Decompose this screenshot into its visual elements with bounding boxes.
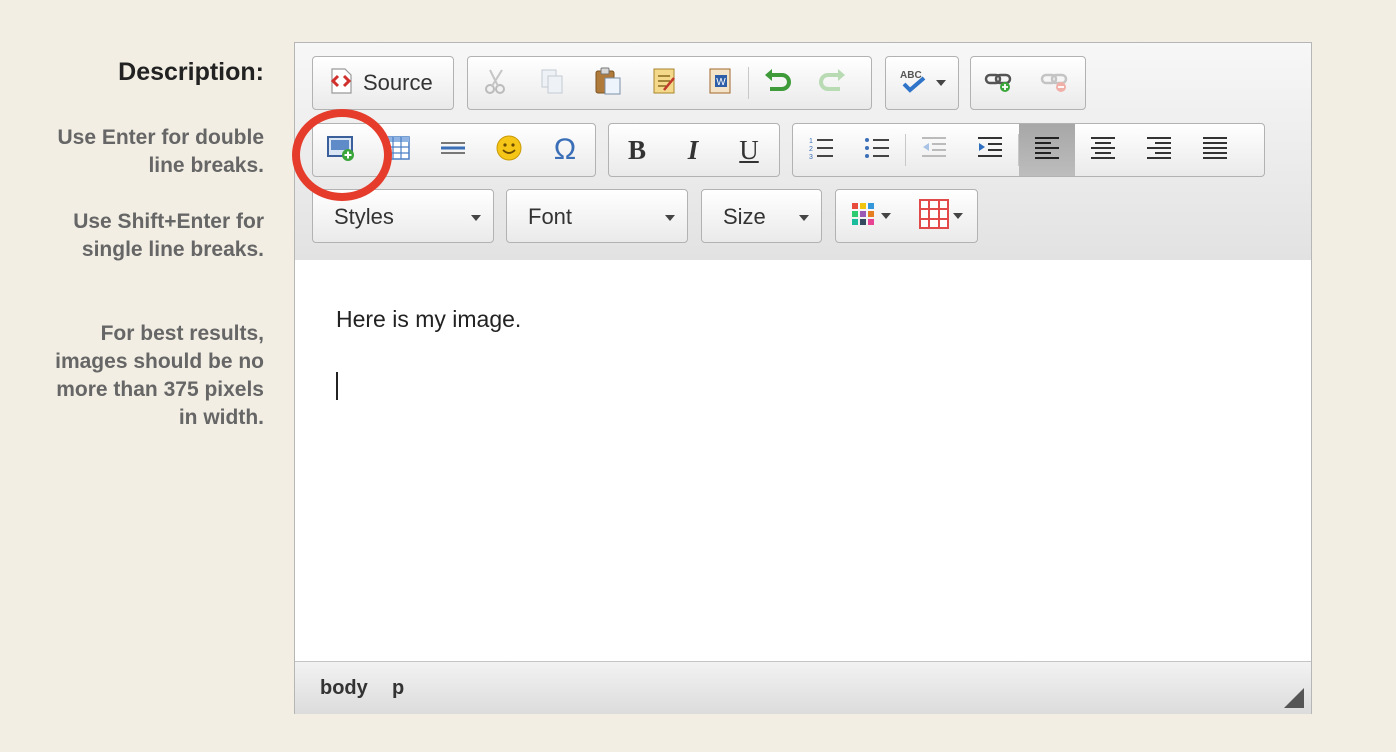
smiley-button[interactable] (481, 124, 537, 176)
italic-icon: I (687, 134, 699, 165)
justify-icon (1201, 135, 1229, 166)
chevron-down-icon (799, 215, 809, 221)
redo-button[interactable] (805, 57, 861, 109)
align-left-icon (1033, 135, 1061, 166)
svg-text:3: 3 (809, 154, 813, 161)
paragraph-group: 123 (792, 123, 1265, 177)
svg-text:W: W (716, 77, 726, 88)
background-color-button[interactable] (906, 190, 976, 242)
align-right-button[interactable] (1131, 124, 1187, 176)
size-dropdown[interactable]: Size (701, 189, 822, 243)
undo-icon (762, 67, 792, 100)
editor-content-area[interactable]: Here is my image. (295, 260, 1311, 661)
horizontal-rule-button[interactable] (425, 124, 481, 176)
outdent-icon (920, 135, 948, 166)
source-button[interactable]: Source (312, 56, 454, 110)
spellcheck-icon: ABC (898, 67, 932, 100)
paste-word-icon: W (706, 66, 734, 101)
bold-button[interactable]: B (609, 124, 665, 176)
content-paragraph: Here is my image. (336, 306, 522, 332)
underline-icon: U (739, 134, 759, 165)
colors-group (835, 189, 978, 243)
hint-double-line: Use Enter for double line breaks. (57, 126, 264, 177)
align-center-button[interactable] (1075, 124, 1131, 176)
chevron-down-icon (665, 215, 675, 221)
size-label: Size (723, 204, 766, 229)
underline-button[interactable]: U (721, 124, 777, 176)
paste-text-button[interactable] (636, 57, 692, 109)
bold-icon: B (627, 134, 646, 165)
svg-text:ABC: ABC (900, 70, 922, 81)
align-left-button[interactable] (1019, 124, 1075, 176)
numbered-list-button[interactable]: 123 (793, 124, 849, 176)
justify-button[interactable] (1187, 124, 1243, 176)
indent-icon (976, 135, 1004, 166)
paste-word-button[interactable]: W (692, 57, 748, 109)
outdent-button[interactable] (906, 124, 962, 176)
link-icon (984, 67, 1014, 100)
editor-toolbar: Source W ABC Ω B I U 1 2 3 Styles Font S… (295, 43, 1311, 261)
special-char-button[interactable]: Ω (537, 124, 593, 176)
indent-button[interactable] (962, 124, 1018, 176)
paste-button[interactable] (580, 57, 636, 109)
numbered-list-icon: 123 (807, 134, 835, 167)
link-button[interactable] (971, 57, 1027, 109)
paste-text-icon (650, 66, 678, 101)
paste-icon (593, 66, 623, 101)
svg-text:2: 2 (809, 146, 813, 153)
chevron-down-icon (953, 213, 963, 219)
scissors-icon (483, 67, 509, 100)
source-label: Source (363, 70, 433, 95)
hint-single-line: Use Shift+Enter for single line breaks. (73, 210, 264, 261)
rich-text-editor: Source W ABC Ω B I U 1 2 3 Styles Font S… (294, 42, 1312, 714)
hint-image-size: For best results, images should be no mo… (55, 322, 264, 429)
smiley-icon (494, 133, 524, 168)
basic-style-group: B I U (608, 123, 780, 177)
cut-button[interactable] (468, 57, 524, 109)
unlink-button[interactable] (1027, 57, 1083, 109)
copy-button[interactable] (524, 57, 580, 109)
undo-button[interactable] (749, 57, 805, 109)
color-palette-icon (851, 202, 877, 231)
link-group (970, 56, 1086, 110)
redo-icon (818, 67, 848, 100)
bulleted-list-button[interactable] (849, 124, 905, 176)
path-p[interactable]: p (392, 677, 404, 700)
omega-icon: Ω (553, 133, 577, 166)
svg-text:1: 1 (809, 138, 813, 145)
text-cursor (336, 372, 338, 400)
horizontal-rule-icon (438, 137, 468, 164)
styles-label: Styles (334, 204, 394, 229)
grid-color-icon (919, 198, 949, 234)
italic-button[interactable]: I (665, 124, 721, 176)
chevron-down-icon (881, 213, 891, 219)
font-dropdown[interactable]: Font (506, 189, 688, 243)
spellcheck-button[interactable]: ABC (885, 56, 959, 110)
unlink-icon (1040, 67, 1070, 100)
description-label: Description: (118, 58, 264, 86)
chevron-down-icon (936, 80, 946, 86)
editor-statusbar: body p (295, 661, 1311, 714)
source-icon (327, 67, 355, 100)
align-center-icon (1089, 135, 1117, 166)
font-label: Font (528, 204, 573, 229)
highlight-circle (292, 109, 392, 201)
resize-handle-icon[interactable] (1284, 688, 1304, 708)
chevron-down-icon (471, 215, 481, 221)
align-right-icon (1145, 135, 1173, 166)
copy-icon (538, 67, 566, 100)
path-body[interactable]: body (320, 677, 368, 700)
clipboard-group: W (467, 56, 872, 110)
bulleted-list-icon (863, 134, 891, 167)
text-color-button[interactable] (836, 190, 906, 242)
